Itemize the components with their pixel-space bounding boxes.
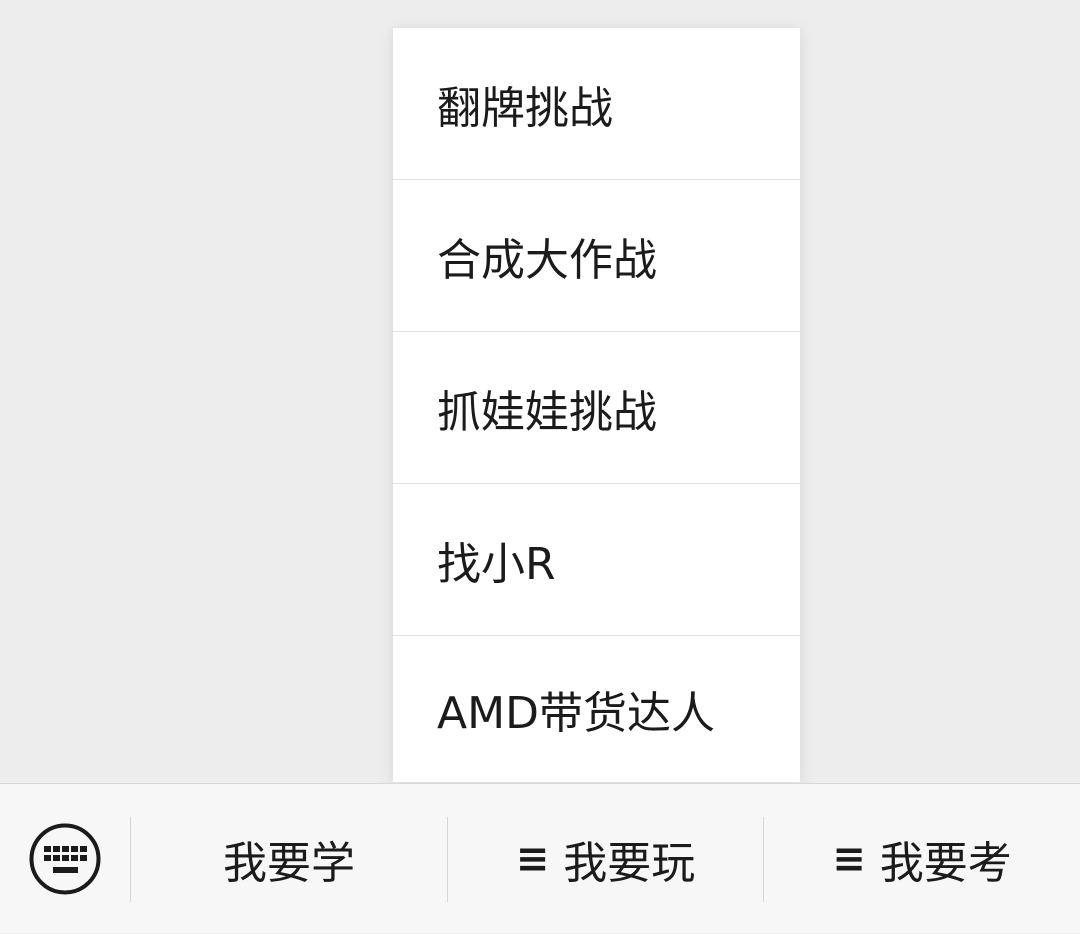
tab-label: 我要玩 — [563, 838, 696, 889]
submenu-list-icon: ≡ — [832, 836, 866, 882]
menu-item-label: AMD带货达人 — [437, 688, 715, 739]
tab-i-want-to-test[interactable]: ≡ 我要考 — [764, 784, 1080, 934]
menu-item-label: 抓娃娃挑战 — [437, 386, 657, 438]
menu-item-label: 合成大作战 — [437, 234, 657, 286]
menu-item-claw-machine-challenge[interactable]: 抓娃娃挑战 — [393, 332, 800, 484]
bottom-menu-bar: 我要学 ≡ 我要玩 ≡ 我要考 — [0, 783, 1080, 933]
keyboard-toggle-button[interactable] — [0, 784, 130, 934]
popup-menu: 翻牌挑战 合成大作战 抓娃娃挑战 找小R AMD带货达人 — [393, 28, 800, 782]
tab-i-want-to-learn[interactable]: 我要学 — [131, 784, 447, 934]
menu-item-flip-card-challenge[interactable]: 翻牌挑战 — [393, 28, 800, 180]
keyboard-icon — [29, 823, 101, 895]
menu-item-amd-sales-expert[interactable]: AMD带货达人 — [393, 636, 800, 782]
menu-item-find-little-r[interactable]: 找小R — [393, 484, 800, 636]
menu-item-merge-battle[interactable]: 合成大作战 — [393, 180, 800, 332]
menu-item-label: 找小R — [437, 538, 556, 590]
tab-label: 我要学 — [223, 838, 355, 889]
tab-i-want-to-play[interactable]: ≡ 我要玩 — [448, 784, 763, 934]
tab-label: 我要考 — [879, 838, 1012, 889]
submenu-list-icon: ≡ — [515, 836, 550, 882]
menu-item-label: 翻牌挑战 — [437, 82, 613, 134]
